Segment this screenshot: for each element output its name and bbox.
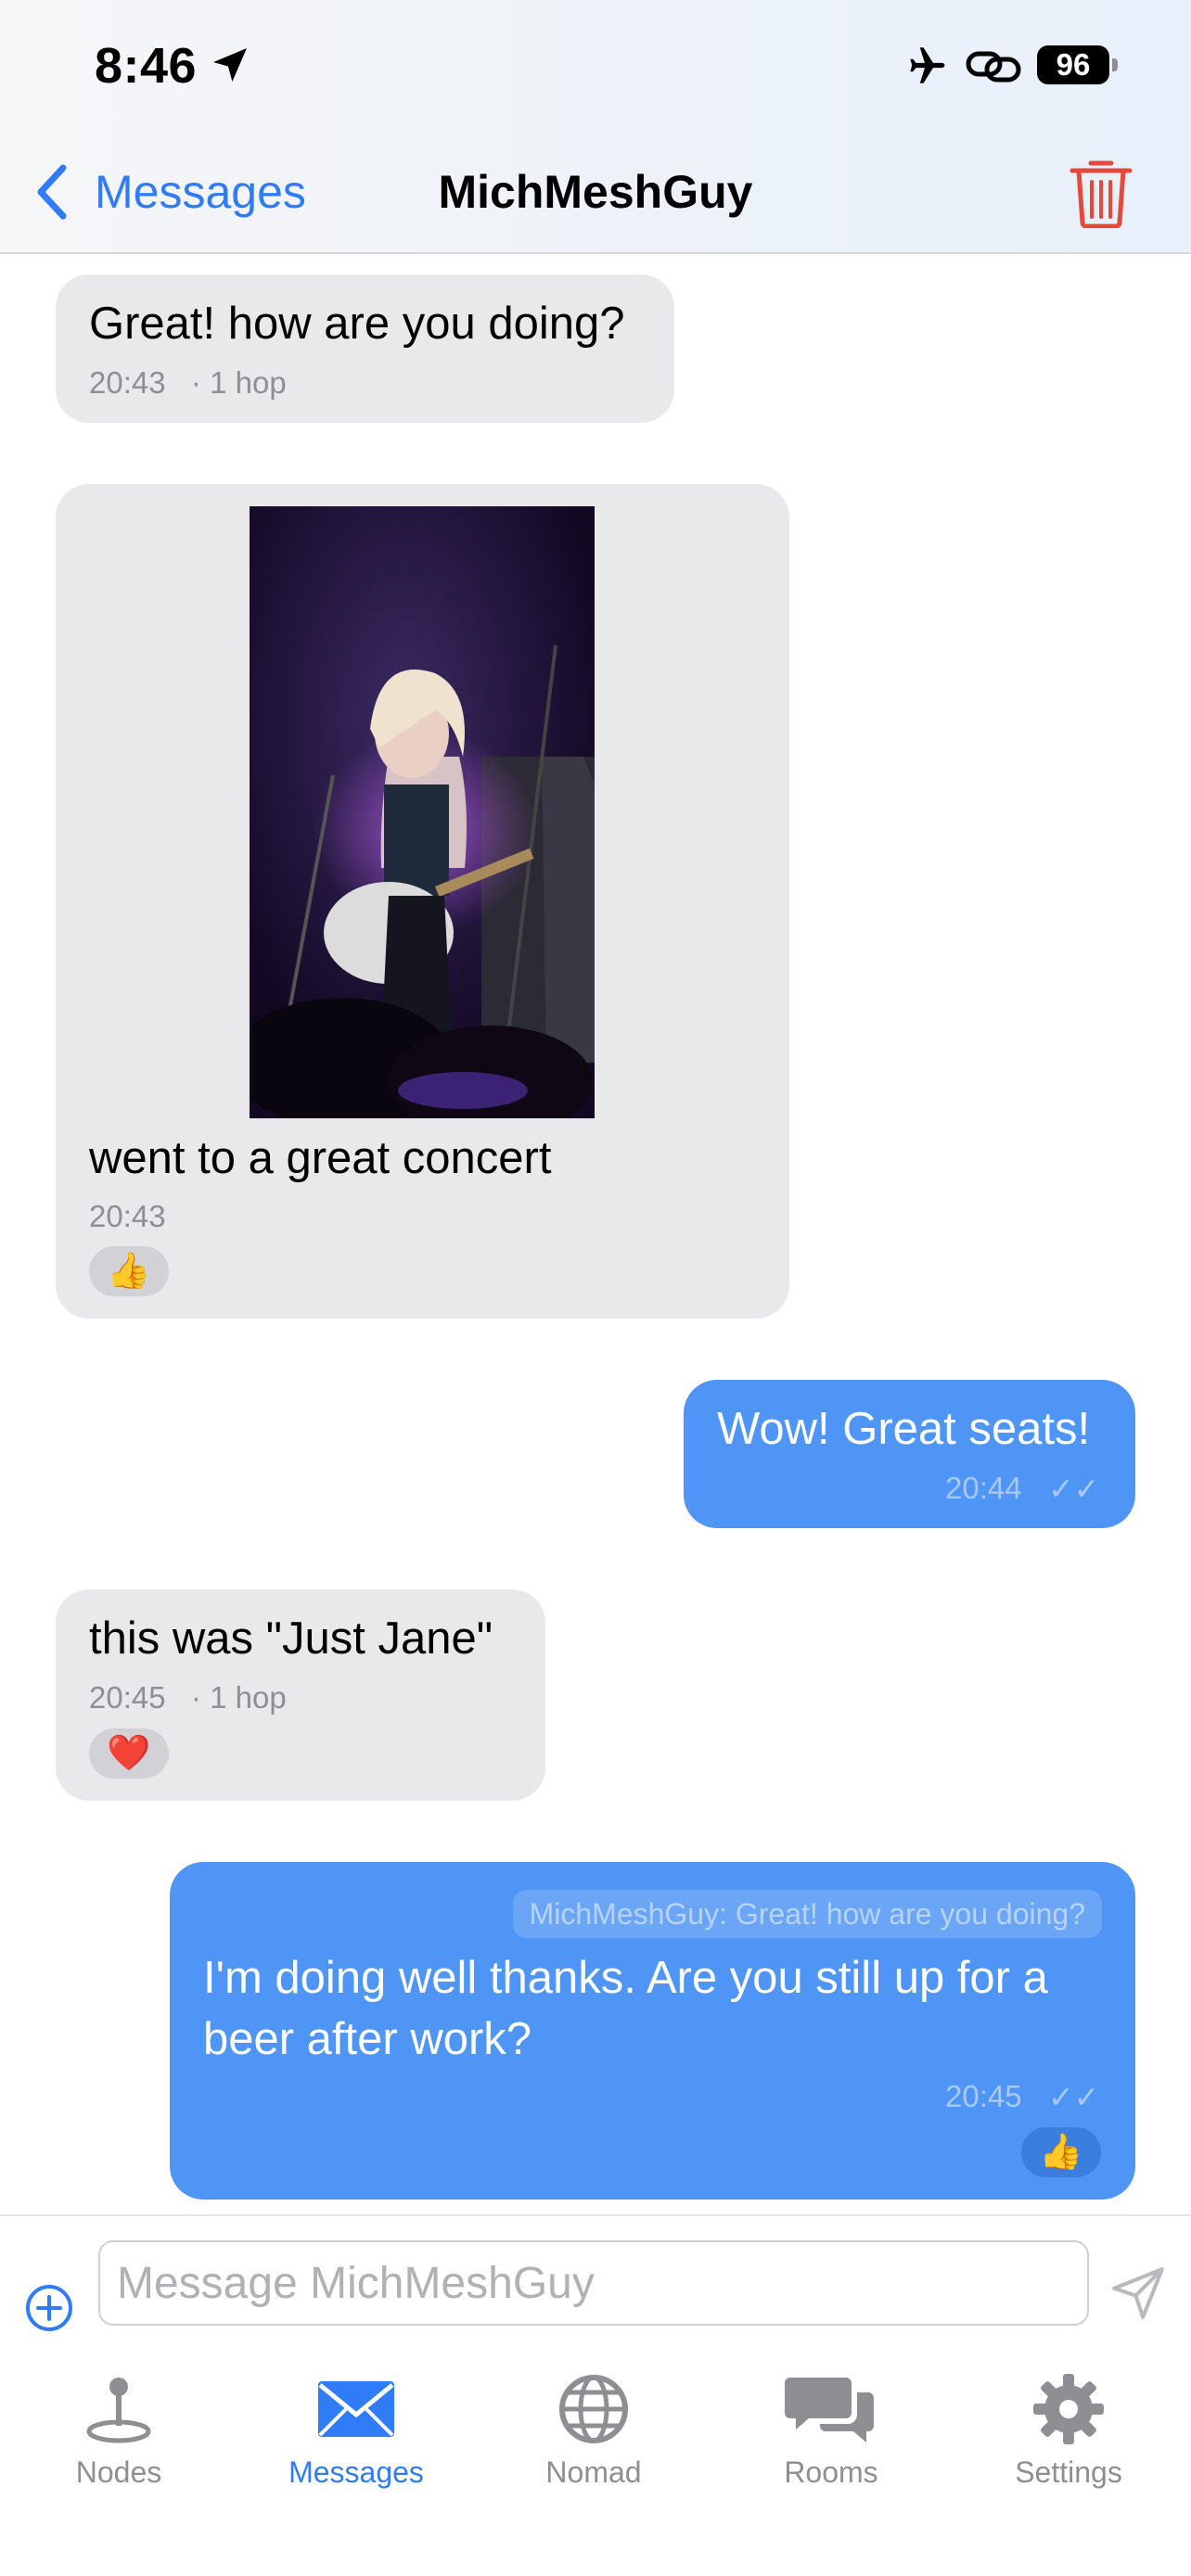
- message-text: went to a great concert: [89, 1133, 552, 1183]
- message-bubble-outgoing[interactable]: Wow! Great seats! 20:44 ✓✓: [684, 1380, 1135, 1528]
- tab-settings[interactable]: Settings: [976, 2357, 1161, 2506]
- message-text: this was "Just Jane": [89, 1613, 493, 1664]
- add-attachment-button[interactable]: [24, 2283, 74, 2333]
- message-bubble-outgoing[interactable]: MichMeshGuy: Great! how are you doing? I…: [170, 1862, 1135, 2200]
- battery-tip: [1112, 58, 1118, 71]
- tab-nomad[interactable]: Nomad: [501, 2357, 686, 2506]
- battery-indicator: 96: [1037, 45, 1109, 84]
- reply-quote[interactable]: MichMeshGuy: Great! how are you doing?: [512, 1890, 1102, 1938]
- status-time: 8:46: [95, 38, 198, 94]
- reaction-badge[interactable]: 👍: [89, 1246, 169, 1296]
- message-composer: [0, 2214, 1191, 2344]
- concert-photo-image: [250, 506, 595, 1118]
- message-bubble-incoming[interactable]: this was "Just Jane" 20:45 · 1 hop ❤️: [56, 1589, 545, 1801]
- message-time: 20:43: [89, 365, 166, 400]
- tab-label: Messages: [288, 2455, 424, 2489]
- message-hops: · 1 hop: [191, 365, 287, 400]
- trash-icon[interactable]: [1069, 156, 1133, 228]
- message-bubble-incoming[interactable]: Great! how are you doing? 20:43 · 1 hop: [56, 274, 674, 423]
- message-text-line-2: beer after work?: [203, 2014, 532, 2064]
- tab-bar: Nodes Messages Nomad Rooms Settings: [0, 2344, 1191, 2576]
- reaction-badge[interactable]: ❤️: [89, 1728, 169, 1779]
- reaction-badge[interactable]: 👍: [1021, 2127, 1101, 2177]
- tab-rooms[interactable]: Rooms: [738, 2357, 924, 2506]
- delivered-checmarks: ✓✓: [1048, 2080, 1100, 2114]
- tab-messages[interactable]: Messages: [263, 2357, 449, 2506]
- message-time: 20:45: [945, 2079, 1022, 2113]
- concert-photo[interactable]: [250, 506, 595, 1118]
- tab-nodes[interactable]: Nodes: [26, 2357, 211, 2506]
- tab-label: Nomad: [545, 2455, 642, 2489]
- globe-icon: [559, 2375, 628, 2443]
- message-time: 20:43: [89, 1199, 166, 1233]
- tab-label: Rooms: [784, 2455, 878, 2489]
- message-time: 20:45: [89, 1680, 166, 1715]
- location-arrow-icon: [213, 48, 247, 82]
- message-text-line-1: I'm doing well thanks. Are you still up …: [203, 1953, 1048, 2003]
- top-bar: 8:46 96 Messages MichMeshGuy: [0, 0, 1191, 254]
- message-text: Great! how are you doing?: [89, 299, 625, 349]
- link-icon: [966, 51, 1021, 83]
- message-input[interactable]: [98, 2240, 1089, 2326]
- gear-icon: [1033, 2374, 1104, 2444]
- chat-bubbles-icon: [785, 2378, 874, 2442]
- conversation-title: MichMeshGuy: [438, 166, 753, 218]
- tab-label: Nodes: [75, 2455, 162, 2489]
- delivered-checkmarks: ✓✓: [1048, 1472, 1100, 1506]
- tab-label: Settings: [1015, 2455, 1122, 2489]
- message-text: Wow! Great seats!: [717, 1404, 1091, 1454]
- envelope-icon: [318, 2381, 394, 2437]
- airplane-mode-icon: [910, 47, 945, 83]
- send-icon[interactable]: [1109, 2264, 1167, 2322]
- pin-icon: [86, 2378, 151, 2443]
- message-hops: · 1 hop: [191, 1680, 287, 1715]
- message-time: 20:44: [945, 1471, 1022, 1505]
